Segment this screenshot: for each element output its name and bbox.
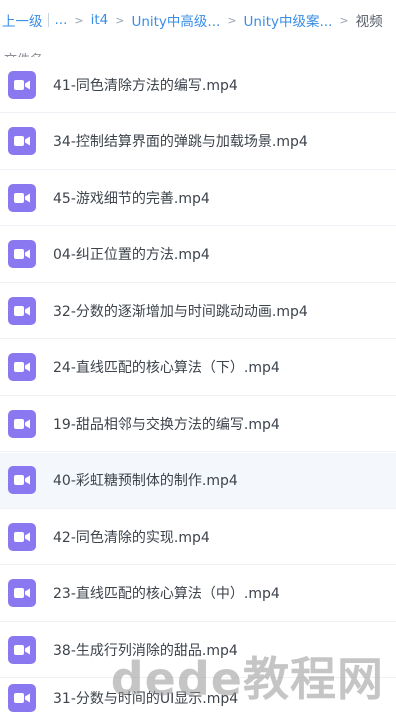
chevron-right-icon: > [227,13,237,27]
breadcrumb-item-unity-case[interactable]: Unity中级案... [244,10,333,30]
file-row[interactable]: 45-游戏细节的完善.mp4 [0,170,396,226]
chevron-right-icon: > [74,13,84,27]
file-row[interactable]: 38-生成行列消除的甜品.mp4 [0,622,396,678]
video-file-icon [8,240,36,268]
file-name: 40-彩虹糖预制体的制作.mp4 [53,473,238,489]
video-file-icon [8,70,36,99]
file-name: 24-直线匹配的核心算法（下）.mp4 [53,360,280,376]
video-file-icon [8,579,36,607]
video-file-icon [8,409,36,438]
file-name: 32-分数的逐渐增加与时间跳动动画.mp4 [53,303,308,320]
file-row[interactable]: 24-直线匹配的核心算法（下）.mp4 [0,339,396,396]
file-row[interactable]: 04-纠正位置的方法.mp4 [0,226,396,283]
file-row[interactable]: 34-控制结算界面的弹跳与加载场景.mp4 [0,113,396,170]
chevron-right-icon: > [339,13,349,27]
file-name: 34-控制结算界面的弹跳与加载场景.mp4 [53,134,308,150]
file-name: 41-同色清除方法的编写.mp4 [53,77,238,94]
video-file-icon [8,353,36,381]
file-name: 23-直线匹配的核心算法（中）.mp4 [53,586,280,602]
file-name: 19-甜品相邻与交换方法的编写.mp4 [53,416,280,433]
video-file-icon [8,635,36,664]
file-name: 31-分数与时间的UI显示.mp4 [53,691,239,707]
file-name: 42-同色清除的实现.mp4 [53,529,210,546]
file-name: 45-游戏细节的完善.mp4 [53,190,210,207]
video-file-icon [8,183,36,212]
video-file-icon [8,466,36,494]
file-row[interactable]: 31-分数与时间的UI显示.mp4 [0,678,396,718]
video-file-icon [8,522,36,551]
file-row[interactable]: 19-甜品相邻与交换方法的编写.mp4 [0,396,396,452]
file-row[interactable]: 42-同色清除的实现.mp4 [0,509,396,565]
video-file-icon [8,684,36,712]
breadcrumb-ellipsis[interactable]: ... [55,12,68,28]
breadcrumb-divider [47,13,49,27]
breadcrumb-item-it4[interactable]: it4 [91,12,109,28]
file-row[interactable]: 32-分数的逐渐增加与时间跳动动画.mp4 [0,283,396,339]
file-row-hovered[interactable]: 40-彩虹糖预制体的制作.mp4 [0,452,396,509]
breadcrumb-current: 视频 [355,14,383,30]
file-row[interactable]: 23-直线匹配的核心算法（中）.mp4 [0,565,396,622]
video-file-icon [8,127,36,155]
file-row[interactable]: 41-同色清除方法的编写.mp4 [0,57,396,113]
video-file-icon [8,296,36,325]
chevron-right-icon: > [115,13,125,27]
breadcrumb: 上一级 ... > it4 > Unity中高级... > Unity中级案..… [0,0,396,40]
breadcrumb-item-unity-advanced[interactable]: Unity中高级... [131,10,220,30]
file-name: 38-生成行列消除的甜品.mp4 [53,642,238,659]
back-link[interactable]: 上一级 [0,10,43,30]
file-name: 04-纠正位置的方法.mp4 [53,247,210,263]
